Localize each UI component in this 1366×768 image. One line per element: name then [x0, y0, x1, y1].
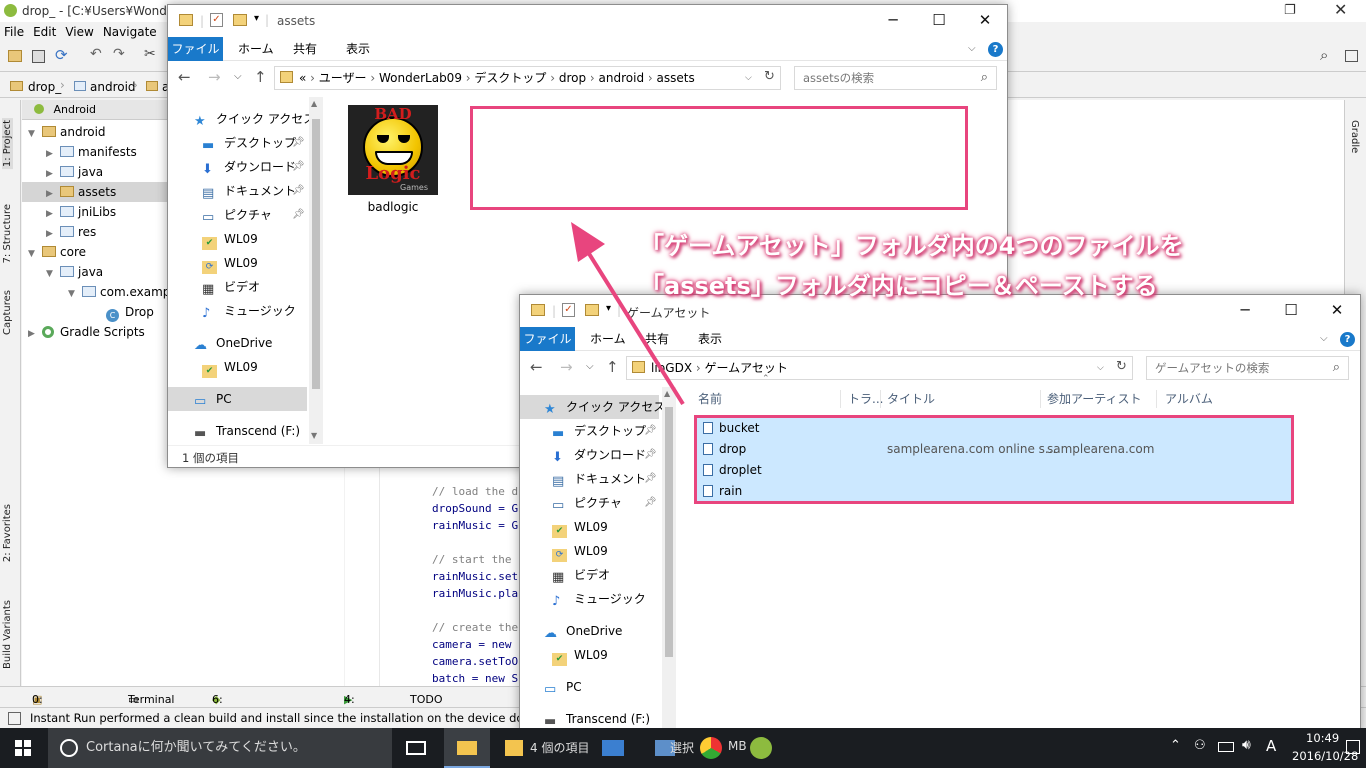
annotation-line-1: 「ゲームアセット」フォルダ内の4つのファイルを: [640, 232, 1184, 260]
windows-start-icon[interactable]: [15, 740, 31, 756]
chevron-up-icon[interactable]: ⌃: [1170, 738, 1181, 753]
arrow-head: [571, 222, 605, 262]
annotation-arrow: [571, 222, 685, 406]
volume-icon[interactable]: 🔊︎: [1242, 737, 1251, 753]
taskbar-explorer-button[interactable]: [444, 728, 490, 768]
annotation-line-2: 「assets」フォルダ内にコピー＆ペーストする: [640, 272, 1158, 300]
annotation-text: 「ゲームアセット」フォルダ内の4つのファイルを 「assets」フォルダ内にコピ…: [640, 226, 1184, 306]
ime-mode[interactable]: A: [1266, 737, 1276, 755]
taskbar: Cortanaに何か聞いてみてください。 4 個の項目 選択 MB ⌃ ⚇ 🔊︎…: [0, 728, 1366, 768]
task-view-icon[interactable]: [406, 741, 426, 755]
people-icon[interactable]: ⚇: [1194, 738, 1206, 753]
android-studio-icon[interactable]: [750, 737, 772, 759]
cortana-search-box[interactable]: Cortanaに何か聞いてみてください。: [48, 728, 392, 768]
cortana-placeholder: Cortanaに何か聞いてみてください。: [86, 740, 306, 755]
cortana-icon: [60, 739, 78, 757]
folder-icon: [457, 741, 477, 755]
taskbar-partial-label: MB: [728, 739, 747, 753]
notification-icon[interactable]: [1346, 740, 1360, 754]
taskbar-app-icon[interactable]: [602, 740, 624, 756]
battery-icon[interactable]: [1218, 742, 1234, 752]
chrome-icon[interactable]: [700, 737, 722, 759]
folder-icon[interactable]: [505, 740, 523, 756]
taskbar-partial-label: 選択: [670, 741, 695, 755]
clock-time[interactable]: 10:49: [1306, 731, 1339, 745]
taskbar-partial-label: 4 個の項目: [530, 741, 590, 755]
